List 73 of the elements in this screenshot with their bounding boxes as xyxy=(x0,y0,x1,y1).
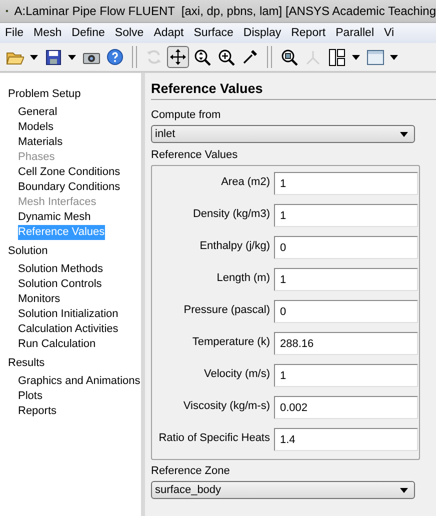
input-field[interactable]: 1 xyxy=(274,204,418,227)
caret-icon xyxy=(400,132,408,136)
nav-section[interactable]: Results xyxy=(0,356,45,371)
input-field[interactable]: 1.4 xyxy=(274,428,418,451)
field-label: Temperature (k) xyxy=(191,335,270,349)
nav-item[interactable]: Reports xyxy=(18,404,57,419)
toolbar-button[interactable] xyxy=(104,46,126,68)
field-label: Enthalpy (j/kg) xyxy=(198,239,270,253)
toolbar-button[interactable] xyxy=(167,46,189,68)
move-icon xyxy=(170,49,186,65)
help-icon xyxy=(107,49,123,65)
menu-item[interactable]: Report xyxy=(286,27,331,39)
caret-icon xyxy=(400,488,408,492)
nav-item[interactable]: Models xyxy=(18,120,54,135)
menu-item[interactable]: Adapt xyxy=(148,27,189,39)
nav-item[interactable]: Calculation Activities xyxy=(18,322,118,337)
compute-from-dropdown[interactable]: inlet xyxy=(151,125,415,143)
field-label: Reference Zone xyxy=(151,464,230,479)
zoom-icon xyxy=(194,48,210,66)
field-label: Viscosity (kg/m-s) xyxy=(182,399,270,413)
input-field[interactable]: 288.16 xyxy=(274,332,418,355)
nav-item[interactable]: Solution Initialization xyxy=(18,307,118,322)
input-field[interactable]: 0.002 xyxy=(274,396,418,419)
menu-item[interactable]: Display xyxy=(238,27,286,39)
nav-item[interactable]: Solution Methods xyxy=(18,262,103,277)
field-label: Velocity (m/s) xyxy=(202,367,270,381)
nav-item[interactable]: Plots xyxy=(18,389,42,404)
zoom-in-icon xyxy=(218,48,234,66)
nav-item[interactable]: Run Calculation xyxy=(18,337,96,352)
nav-item[interactable]: Solution Controls xyxy=(18,277,102,292)
nav-item[interactable]: Cell Zone Conditions xyxy=(18,165,120,180)
nav-item[interactable]: Graphics and Animations xyxy=(18,374,140,389)
nav-item[interactable]: Boundary Conditions xyxy=(18,180,120,195)
nav-item[interactable]: Dynamic Mesh xyxy=(18,210,91,225)
input-field[interactable]: 1 xyxy=(274,172,418,195)
window-title: A:Laminar Pipe Flow FLUENT [axi, dp, pbns, lam] [ANSYS Academic Teaching xyxy=(14,4,436,18)
field-label: Area (m2) xyxy=(220,175,270,189)
input-field[interactable]: 1 xyxy=(274,268,418,291)
nav-item[interactable]: Materials xyxy=(18,135,63,150)
reference-zone-dropdown[interactable]: surface_body xyxy=(151,481,415,499)
nav-section[interactable]: Problem Setup xyxy=(0,87,81,102)
field-label: Length (m) xyxy=(216,271,270,285)
caret-icon xyxy=(390,54,398,60)
folder-icon xyxy=(6,50,24,64)
field-label: Ratio of Specific Heats xyxy=(158,431,270,445)
caret-icon xyxy=(68,54,76,60)
zoom-icon xyxy=(280,48,298,66)
group-title: Reference Values xyxy=(151,148,238,163)
menu-item[interactable]: Parallel xyxy=(330,27,379,39)
field-label: Density (kg/m3) xyxy=(192,207,270,221)
menu-item[interactable]: Define xyxy=(66,27,110,39)
field-label: Compute from xyxy=(151,108,221,123)
nav-item[interactable]: General xyxy=(18,105,58,120)
axes-icon xyxy=(305,49,321,65)
menu-item[interactable]: Surface xyxy=(188,27,238,39)
nav-item[interactable]: Monitors xyxy=(18,292,60,307)
rotate-icon xyxy=(146,49,162,65)
input-field[interactable]: 1 xyxy=(274,364,418,387)
input-field[interactable]: 0 xyxy=(274,300,418,323)
panel-title: Reference Values xyxy=(151,81,436,100)
window-icon xyxy=(366,50,384,64)
menu-item[interactable]: Solve xyxy=(110,27,149,39)
menu-item[interactable]: Vi xyxy=(379,27,400,39)
menu-item[interactable]: File xyxy=(0,27,29,39)
nav-section[interactable]: Solution xyxy=(0,244,48,259)
caret-icon xyxy=(30,54,38,60)
caret-icon xyxy=(352,54,360,60)
field-label: Pressure (pascal) xyxy=(182,303,270,317)
menu-item[interactable]: Mesh xyxy=(28,27,67,39)
toolbar-button[interactable] xyxy=(326,46,348,68)
input-field[interactable]: 0 xyxy=(274,236,418,259)
layout-icon xyxy=(329,48,345,66)
camera-icon xyxy=(82,50,100,64)
